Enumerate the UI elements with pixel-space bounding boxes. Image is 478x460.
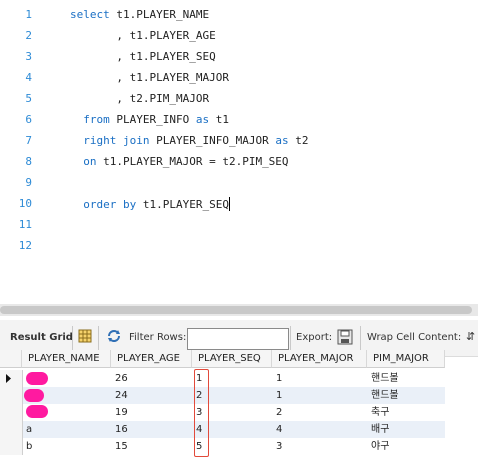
table-row[interactable]: a 16 4 4 배구 xyxy=(0,421,445,438)
table-row[interactable]: 24 2 1 핸드볼 xyxy=(0,387,445,404)
sql-text: PLAYER_INFO_MAJOR xyxy=(149,134,276,147)
table-row[interactable]: 26 1 1 핸드볼 xyxy=(0,370,445,387)
export-icon[interactable] xyxy=(337,329,353,345)
sql-text: , t1.PLAYER_AGE xyxy=(70,29,216,42)
line-number: 12 xyxy=(18,239,32,252)
table-cell-player-major[interactable]: 1 xyxy=(272,387,367,404)
export-label: Export: xyxy=(296,332,333,343)
result-grid-tab[interactable]: Result Grid xyxy=(10,332,73,343)
code-line[interactable]: order by t1.PLAYER_SEQ xyxy=(70,197,230,211)
sql-editor[interactable]: 1 select t1.PLAYER_NAME 2 , t1.PLAYER_AGE 3… xyxy=(0,0,478,262)
table-cell-player-age[interactable]: 15 xyxy=(111,438,192,455)
table-cell-pim-major[interactable]: 핸드볼 xyxy=(367,370,445,387)
filter-rows-input[interactable] xyxy=(187,328,289,350)
line-number: 2 xyxy=(25,29,32,42)
table-cell-player-age[interactable]: 19 xyxy=(111,404,192,421)
filter-rows-label: Filter Rows: xyxy=(129,332,187,343)
toolbar-divider xyxy=(98,326,99,350)
wrap-icon[interactable]: ⇵ xyxy=(466,329,478,343)
sql-text: , t1.PLAYER_SEQ xyxy=(70,50,216,63)
line-number: 6 xyxy=(25,113,32,126)
sql-text: , t1.PLAYER_MAJOR xyxy=(70,71,229,84)
current-row-arrow-icon xyxy=(6,374,11,383)
sql-keyword: from xyxy=(70,113,110,126)
row-header[interactable] xyxy=(0,370,23,387)
sql-keyword: order by xyxy=(70,198,137,211)
seq-highlight-box xyxy=(194,369,209,457)
line-number: 7 xyxy=(25,134,32,147)
line-number: 11 xyxy=(18,218,32,231)
redaction-mark xyxy=(26,405,48,418)
line-number: 4 xyxy=(25,71,32,84)
code-line[interactable]: from PLAYER_INFO as t1 xyxy=(70,113,229,126)
table-cell-player-age[interactable]: 16 xyxy=(111,421,192,438)
svg-text:⇵: ⇵ xyxy=(466,330,475,343)
code-line[interactable]: , t2.PIM_MAJOR xyxy=(70,92,209,105)
redaction-mark xyxy=(24,389,44,402)
code-line[interactable]: , t1.PLAYER_MAJOR xyxy=(70,71,229,84)
text-cursor xyxy=(228,197,230,211)
column-header[interactable]: PIM_MAJOR xyxy=(367,350,445,368)
wrap-cell-content-label: Wrap Cell Content: xyxy=(367,332,462,343)
result-grid: PLAYER_NAME PLAYER_AGE PLAYER_SEQ PLAYER_MA… xyxy=(0,350,478,460)
sql-text: PLAYER_INFO xyxy=(109,113,196,126)
table-cell-player-major[interactable]: 4 xyxy=(272,421,367,438)
table-cell-player-major[interactable]: 1 xyxy=(272,370,367,387)
line-number: 5 xyxy=(25,92,32,105)
line-number: 8 xyxy=(25,155,32,168)
grid-corner xyxy=(0,350,22,368)
line-number: 3 xyxy=(25,50,32,63)
line-number: 1 xyxy=(25,8,32,21)
sql-keyword: on xyxy=(70,155,97,168)
table-row[interactable]: 19 3 2 축구 xyxy=(0,404,445,421)
sql-text: , t2.PIM_MAJOR xyxy=(70,92,210,105)
sql-text: t1.PLAYER_MAJOR = t2.PIM_SEQ xyxy=(96,155,289,168)
column-header[interactable]: PLAYER_SEQ xyxy=(192,350,272,368)
code-line[interactable]: right join PLAYER_INFO_MAJOR as t2 xyxy=(70,134,308,147)
table-cell-player-name[interactable]: b xyxy=(22,438,111,455)
row-header[interactable] xyxy=(0,421,23,438)
code-line[interactable]: , t1.PLAYER_SEQ xyxy=(70,50,216,63)
toolbar-divider xyxy=(290,326,291,350)
sql-keyword: as xyxy=(195,113,210,126)
horizontal-scrollbar[interactable] xyxy=(0,304,478,316)
line-number: 10 xyxy=(18,197,32,210)
table-cell-pim-major[interactable]: 야구 xyxy=(367,438,445,455)
table-cell-player-age[interactable]: 24 xyxy=(111,387,192,404)
sql-keyword: as xyxy=(275,134,289,147)
code-line[interactable]: select t1.PLAYER_NAME xyxy=(70,8,209,21)
code-line[interactable]: on t1.PLAYER_MAJOR = t2.PIM_SEQ xyxy=(70,155,289,168)
refresh-icon[interactable] xyxy=(106,329,122,343)
row-header[interactable] xyxy=(0,404,23,421)
column-header[interactable]: PLAYER_NAME xyxy=(22,350,111,368)
table-cell-pim-major[interactable]: 핸드볼 xyxy=(367,387,445,404)
sql-keyword: right join xyxy=(70,134,150,147)
toolbar-divider xyxy=(72,326,73,350)
redaction-mark xyxy=(26,372,48,385)
scrollbar-thumb[interactable] xyxy=(0,306,472,314)
table-cell-pim-major[interactable]: 배구 xyxy=(367,421,445,438)
table-cell-pim-major[interactable]: 축구 xyxy=(367,404,445,421)
row-header[interactable] xyxy=(0,438,23,455)
column-header[interactable]: PLAYER_MAJOR xyxy=(272,350,367,368)
line-number: 9 xyxy=(25,176,32,189)
sql-text: t2 xyxy=(288,134,309,147)
table-cell-player-age[interactable]: 26 xyxy=(111,370,192,387)
table-cell-player-name[interactable]: a xyxy=(22,421,111,438)
row-header[interactable] xyxy=(0,387,23,404)
toolbar-divider xyxy=(360,326,361,350)
table-cell-player-major[interactable]: 2 xyxy=(272,404,367,421)
column-header[interactable]: PLAYER_AGE xyxy=(111,350,192,368)
sql-text: t1.PLAYER_SEQ xyxy=(136,198,229,211)
sql-text: t1.PLAYER_NAME xyxy=(109,8,210,21)
table-row[interactable]: b 15 5 3 야구 xyxy=(0,438,445,455)
sql-keyword: select xyxy=(70,8,110,21)
table-cell-player-major[interactable]: 3 xyxy=(272,438,367,455)
sql-text: t1 xyxy=(209,113,229,126)
code-line[interactable]: , t1.PLAYER_AGE xyxy=(70,29,216,42)
grid-icon[interactable] xyxy=(78,329,92,343)
